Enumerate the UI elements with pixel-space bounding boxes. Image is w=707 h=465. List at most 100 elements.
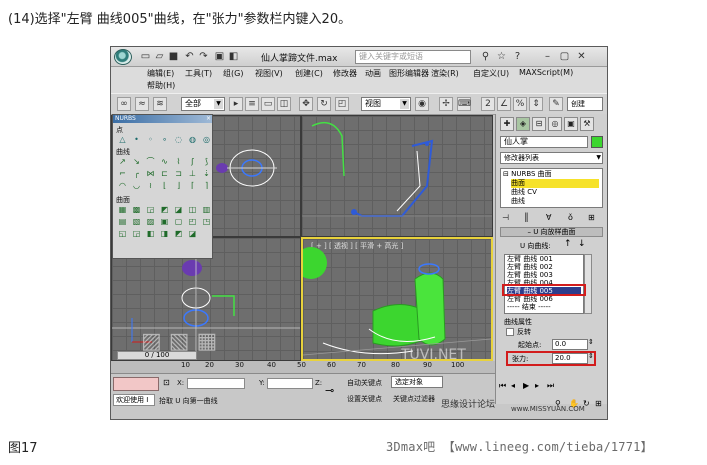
next-frame-icon[interactable]: ▸: [535, 381, 539, 390]
favorites-icon[interactable]: ☆: [495, 50, 508, 63]
save-file-icon[interactable]: ■: [167, 50, 180, 63]
help-search-input[interactable]: 键入关键字或短语: [355, 50, 471, 64]
curve-point-icon[interactable]: ◦: [145, 135, 156, 145]
lock-selection-icon[interactable]: ⊡: [163, 378, 170, 387]
u-loft-surface-icon[interactable]: ▣: [159, 217, 170, 227]
edit-named-sets-icon[interactable]: ✎: [549, 97, 563, 111]
vector-projected-curve-icon[interactable]: ⇣: [201, 169, 212, 179]
play-icon[interactable]: ▶: [523, 381, 529, 390]
menu-tools[interactable]: 工具(T): [185, 68, 212, 79]
configure-sets-icon[interactable]: ⊞: [588, 213, 595, 222]
u-iso-curve-icon[interactable]: ⊏: [159, 169, 170, 179]
menu-views[interactable]: 视图(V): [255, 68, 283, 79]
curve-list-item[interactable]: 左臂 曲线 006: [507, 295, 553, 303]
minimize-icon[interactable]: –: [541, 50, 554, 63]
arrow-down-icon[interactable]: ↓: [578, 239, 586, 249]
transform-curve-icon[interactable]: ∿: [159, 157, 170, 167]
select-object-icon[interactable]: ▸: [229, 97, 243, 111]
spinner-snap-icon[interactable]: ⇕: [529, 97, 543, 111]
surface-offset-curve-icon[interactable]: ≀: [145, 181, 156, 191]
cv-curve-on-surface-icon[interactable]: ◠: [117, 181, 128, 191]
surface-point-icon[interactable]: ◌: [173, 135, 184, 145]
menu-graph-editors[interactable]: 图形编辑器: [389, 68, 429, 79]
start-point-spinner[interactable]: 0.0: [552, 339, 588, 350]
mirror-surface-icon[interactable]: ◫: [187, 205, 198, 215]
maximize-viewport-icon[interactable]: ⊞: [595, 399, 602, 408]
key-mode-dropdown[interactable]: 选定对象: [391, 376, 443, 388]
fit-curve-icon[interactable]: ⌒: [145, 157, 156, 167]
fetch-icon[interactable]: ◧: [227, 50, 240, 63]
viewport-perspective[interactable]: [ + ] [ 透视 ] [ 平滑 + 高光 ]: [301, 237, 493, 361]
fillet-curve-icon[interactable]: ╭: [131, 169, 142, 179]
go-to-start-icon[interactable]: ⏮: [499, 381, 506, 391]
select-rotate-icon[interactable]: ↻: [317, 97, 331, 111]
snaps-toggle-icon[interactable]: 2: [481, 97, 495, 111]
curve-list-item[interactable]: 左臂 曲线 002: [507, 263, 553, 271]
extrude-surface-icon[interactable]: ▥: [201, 205, 212, 215]
stack-item-nurbs-surface[interactable]: ⊟ NURBS 曲面: [503, 170, 552, 179]
surface-curve-point-icon[interactable]: ◍: [187, 135, 198, 145]
app-logo-icon[interactable]: [114, 49, 132, 65]
menu-rendering[interactable]: 渲染(R): [431, 68, 459, 79]
make-unique-icon[interactable]: ∀: [546, 213, 551, 222]
create-tab-icon[interactable]: ✚: [500, 117, 514, 131]
menu-group[interactable]: 组(G): [223, 68, 243, 79]
surface-tool-icon[interactable]: ◨: [159, 229, 170, 239]
object-color-swatch[interactable]: [591, 136, 603, 148]
menu-maxscript[interactable]: MAXScript(M): [519, 68, 573, 77]
selection-filter-dropdown[interactable]: 全部 ▼: [181, 97, 225, 111]
point-curve-icon[interactable]: ↘: [131, 157, 142, 167]
offset-curve-icon[interactable]: ʃ: [187, 157, 198, 167]
one-rail-sweep-icon[interactable]: ◰: [187, 217, 198, 227]
curve-tool-icon[interactable]: ⌈: [187, 181, 198, 191]
lathe-surface-icon[interactable]: ▤: [117, 217, 128, 227]
window-crossing-icon[interactable]: ◫: [277, 97, 291, 111]
cv-surface-icon[interactable]: ▦: [117, 205, 128, 215]
menu-create[interactable]: 创建(C): [295, 68, 323, 79]
previous-frame-icon[interactable]: ◂: [511, 381, 515, 390]
cap-surface-icon[interactable]: ▨: [145, 217, 156, 227]
create-point-icon[interactable]: △: [117, 135, 128, 145]
angle-snap-icon[interactable]: ∠: [497, 97, 511, 111]
rectangular-selection-icon[interactable]: ▭: [261, 97, 275, 111]
viewport-front[interactable]: [301, 115, 493, 237]
mirror-curve-icon[interactable]: ⟆: [201, 157, 212, 167]
open-file-icon[interactable]: ▱: [153, 50, 166, 63]
u-loft-rollout-title[interactable]: – U 向放样曲面: [500, 227, 603, 237]
ruled-surface-icon[interactable]: ▧: [131, 217, 142, 227]
two-rail-sweep-icon[interactable]: ◳: [201, 217, 212, 227]
link-icon[interactable]: ∞: [117, 97, 131, 111]
curve-tool-icon[interactable]: ⌉: [201, 181, 212, 191]
menu-help[interactable]: 帮助(H): [147, 80, 175, 91]
select-scale-icon[interactable]: ◰: [335, 97, 349, 111]
remove-modifier-icon[interactable]: ǒ: [568, 213, 573, 222]
keyboard-shortcut-icon[interactable]: ⌨: [457, 97, 471, 111]
surface-tool-icon[interactable]: ◪: [187, 229, 198, 239]
normal-projected-curve-icon[interactable]: ⊥: [187, 169, 198, 179]
chamfer-curve-icon[interactable]: ⌐: [117, 169, 128, 179]
curve-curve-point-icon[interactable]: ∘: [159, 135, 170, 145]
close-icon[interactable]: ×: [206, 115, 211, 122]
percent-snap-icon[interactable]: %: [513, 97, 527, 111]
reference-coord-dropdown[interactable]: 视图 ▼: [361, 97, 411, 111]
menu-animation[interactable]: 动画: [365, 68, 381, 79]
hold-icon[interactable]: ▣: [213, 50, 226, 63]
uv-loft-surface-icon[interactable]: ▢: [173, 217, 184, 227]
y-coordinate-field[interactable]: [267, 378, 313, 389]
v-iso-curve-icon[interactable]: ⊐: [173, 169, 184, 179]
menu-modifiers[interactable]: 修改器: [333, 68, 357, 79]
stack-item-curve-cv[interactable]: 曲线 CV: [511, 188, 537, 197]
show-end-result-icon[interactable]: ║: [524, 213, 529, 222]
named-selection-dropdown[interactable]: 创建: [567, 97, 603, 111]
new-file-icon[interactable]: ▭: [139, 50, 152, 63]
set-key-button[interactable]: 设置关键点: [347, 394, 382, 404]
maxscript-listener[interactable]: [113, 377, 159, 391]
x-coordinate-field[interactable]: [187, 378, 245, 389]
pin-stack-icon[interactable]: ⊣: [502, 213, 509, 222]
blend-curve-icon[interactable]: ⌇: [173, 157, 184, 167]
surface-tool-icon[interactable]: ◩: [173, 229, 184, 239]
key-icon[interactable]: ⊸: [325, 384, 334, 397]
bind-spacewarp-icon[interactable]: ≋: [153, 97, 167, 111]
spinner-arrows-icon[interactable]: ⇕: [588, 352, 594, 360]
help-icon[interactable]: ?: [511, 50, 524, 63]
